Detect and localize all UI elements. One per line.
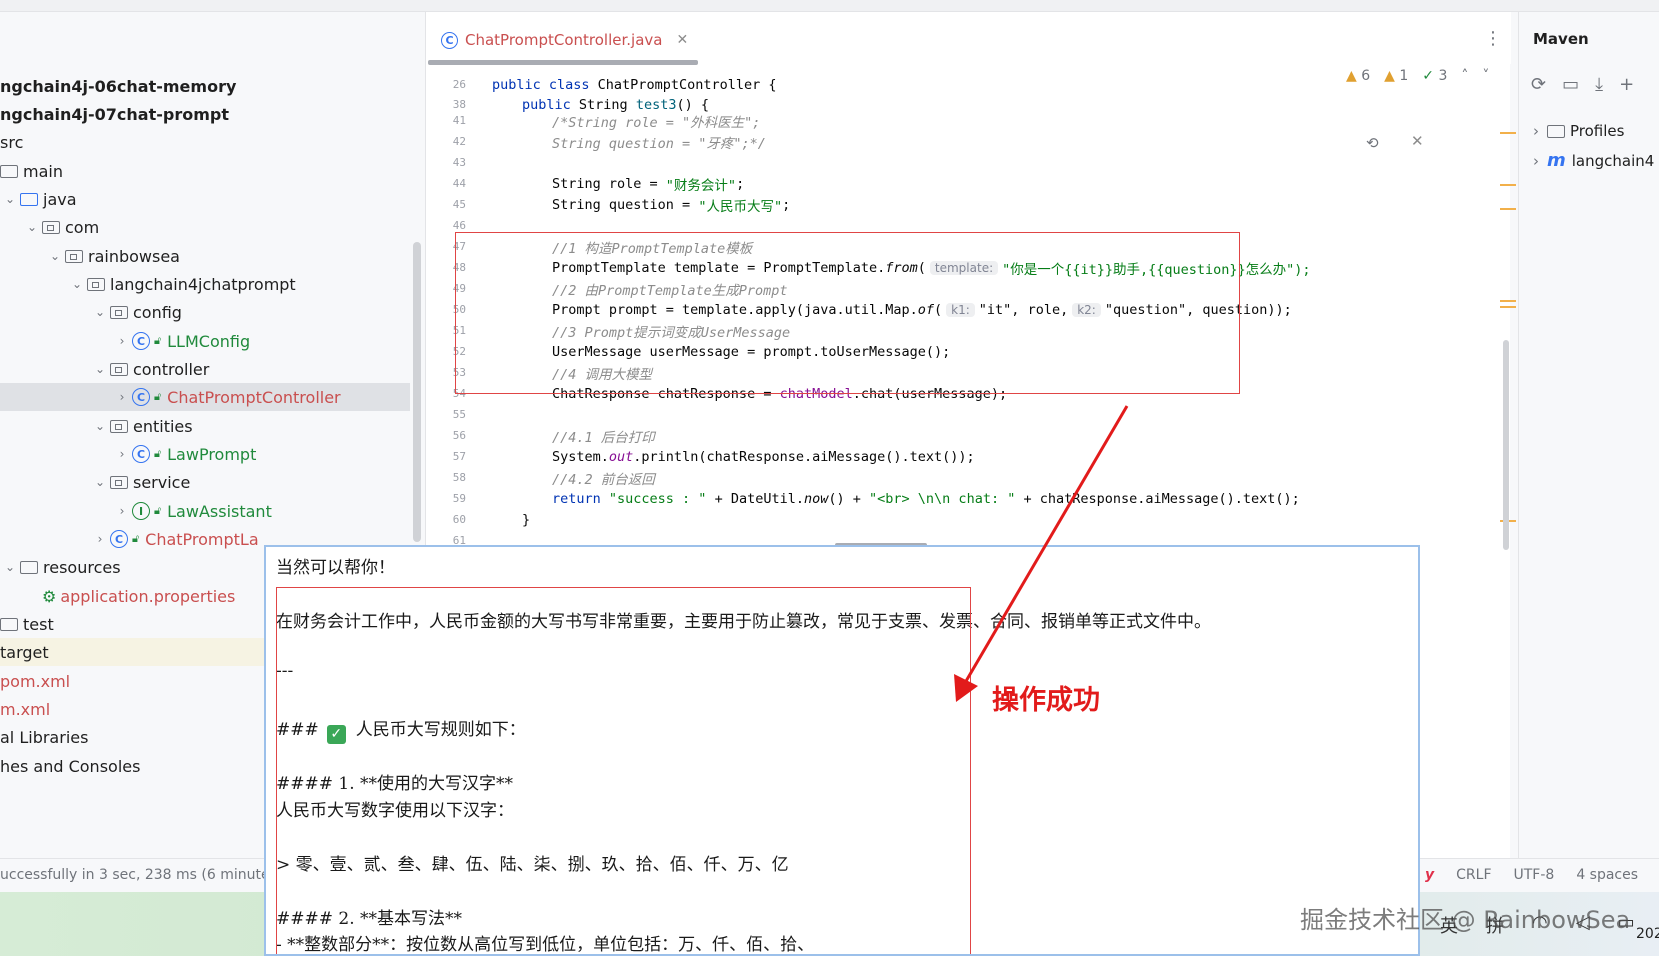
watermark: 掘金技术社区 @ RainbowSea bbox=[1300, 906, 1631, 934]
arrow-line bbox=[960, 405, 1129, 689]
annotation-arrow bbox=[954, 405, 1129, 702]
success-annotation: 操作成功 bbox=[992, 685, 1100, 716]
